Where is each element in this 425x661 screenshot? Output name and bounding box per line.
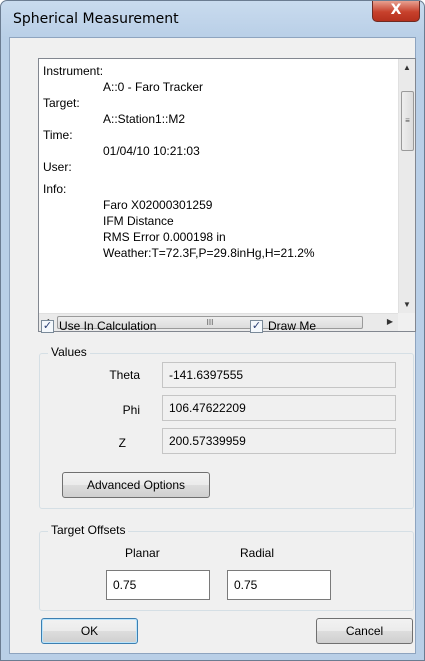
vertical-scrollbar[interactable]: ▲ ≡ ▼ <box>398 59 415 313</box>
target-offsets-group: Target Offsets Planar Radial 0.75 0.75 <box>39 523 414 611</box>
close-icon[interactable]: X <box>372 1 420 22</box>
check-icon[interactable]: ✓ <box>250 319 263 333</box>
info-value-line: Faro X02000301259 <box>103 198 213 212</box>
advanced-options-button[interactable]: Advanced Options <box>62 472 210 498</box>
info-label-line: User: <box>43 160 72 174</box>
ok-button[interactable]: OK <box>41 618 138 644</box>
dialog-window: Spherical Measurement X Instrument:A::0 … <box>0 0 425 661</box>
cancel-button[interactable]: Cancel <box>316 618 413 644</box>
scroll-corner <box>398 313 415 331</box>
theta-label: Theta <box>109 368 140 382</box>
values-group-title: Values <box>48 345 90 359</box>
radial-input[interactable]: 0.75 <box>227 570 331 600</box>
scroll-right-icon[interactable]: ▶ <box>387 317 393 326</box>
radial-label: Radial <box>240 546 275 560</box>
use-in-calculation-label: Use In Calculation <box>59 319 157 333</box>
draw-me-checkbox[interactable]: ✓ Draw Me <box>250 319 316 333</box>
info-label-line: Target: <box>43 96 80 110</box>
title-bar[interactable]: Spherical Measurement X <box>1 1 424 37</box>
theta-value: -141.6397555 <box>162 362 396 388</box>
phi-value: 106.47622209 <box>162 395 396 421</box>
z-value: 200.57339959 <box>162 428 396 454</box>
values-group: Values Theta -141.6397555 Phi 106.476222… <box>39 345 414 509</box>
info-value-line: RMS Error 0.000198 in <box>103 230 226 244</box>
planar-label: Planar <box>125 546 160 560</box>
check-icon[interactable]: ✓ <box>41 319 54 333</box>
info-value-line: A::Station1::M2 <box>103 112 186 126</box>
info-value-line: 01/04/10 10:21:03 <box>103 144 200 158</box>
info-value-line: Weather:T=72.3F,P=29.8inHg,H=21.2% <box>103 246 315 260</box>
planar-input[interactable]: 0.75 <box>106 570 210 600</box>
phi-label: Phi <box>122 403 140 417</box>
vertical-scroll-thumb[interactable]: ≡ <box>401 91 414 151</box>
info-label-line: Instrument: <box>43 64 104 78</box>
info-label-line: Info: <box>43 182 67 196</box>
info-value-line: IFM Distance <box>103 214 174 228</box>
window-title: Spherical Measurement <box>13 11 179 27</box>
use-in-calculation-checkbox[interactable]: ✓ Use In Calculation <box>41 319 156 333</box>
info-text: Instrument:A::0 - Faro TrackerTarget:A::… <box>39 59 398 313</box>
scroll-down-icon[interactable]: ▼ <box>403 300 411 309</box>
draw-me-label: Draw Me <box>268 319 317 333</box>
info-label-line: Time: <box>43 128 73 142</box>
scroll-up-icon[interactable]: ▲ <box>403 63 411 72</box>
info-textbox[interactable]: Instrument:A::0 - Faro TrackerTarget:A::… <box>38 58 416 332</box>
info-value-line: A::0 - Faro Tracker <box>103 80 204 94</box>
z-label: Z <box>118 436 126 450</box>
target-offsets-title: Target Offsets <box>48 523 129 537</box>
